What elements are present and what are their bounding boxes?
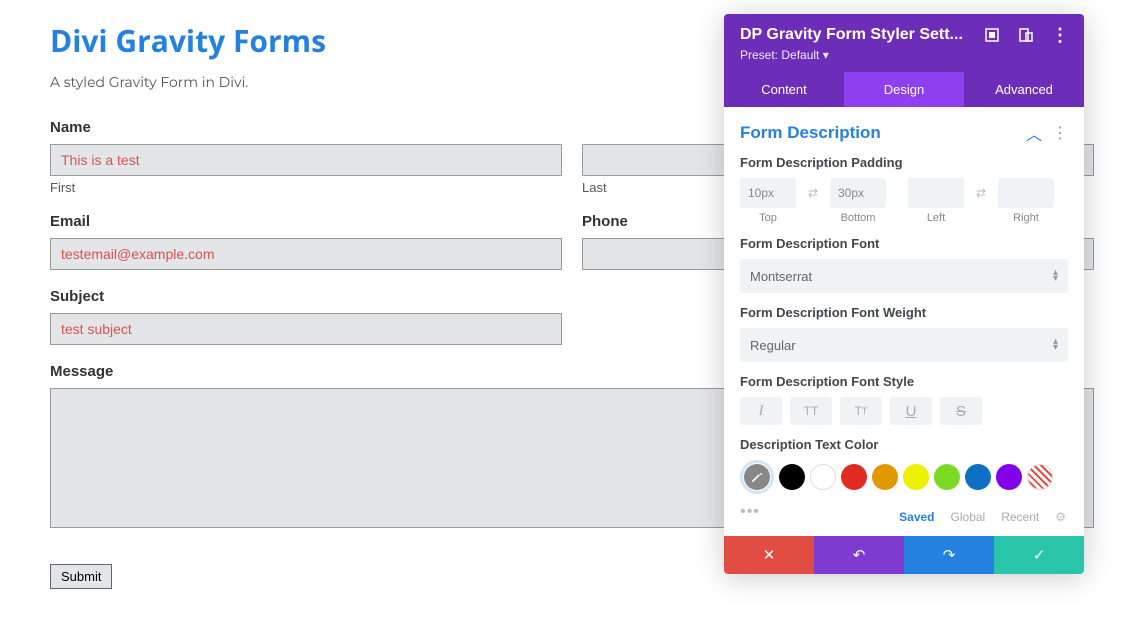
padding-bottom-input[interactable]: [830, 178, 886, 208]
link-icon[interactable]: ⇄: [802, 182, 824, 204]
preset-selector[interactable]: Preset: Default ▾: [740, 48, 1068, 62]
subject-label: Subject: [50, 288, 562, 305]
email-label: Email: [50, 213, 562, 230]
chevron-down-icon: ▾: [823, 48, 829, 62]
swatch-tab-global[interactable]: Global: [951, 510, 986, 524]
font-select[interactable]: Montserrat ▴▾: [740, 259, 1068, 293]
menu-icon[interactable]: ⋮: [1052, 27, 1068, 43]
font-value: Montserrat: [750, 269, 812, 284]
weight-value: Regular: [750, 338, 796, 353]
cancel-button[interactable]: ✕: [724, 536, 814, 574]
color-picker-swatch[interactable]: [740, 460, 774, 494]
color-label: Description Text Color: [740, 437, 1068, 452]
gear-icon[interactable]: ⚙: [1055, 510, 1066, 524]
close-icon: ✕: [763, 546, 776, 564]
swatch-tab-saved[interactable]: Saved: [899, 510, 934, 524]
color-swatch-purple[interactable]: [996, 464, 1022, 490]
color-swatch-red[interactable]: [841, 464, 867, 490]
expand-icon[interactable]: [984, 27, 1000, 43]
swatch-tab-recent[interactable]: Recent: [1001, 510, 1039, 524]
tab-design[interactable]: Design: [844, 72, 964, 107]
more-swatches-icon[interactable]: •••: [740, 503, 760, 521]
panel-title: DP Gravity Form Styler Sett...: [740, 26, 963, 44]
link-icon[interactable]: ⇄: [970, 182, 992, 204]
uppercase-button[interactable]: TT: [790, 397, 832, 425]
preset-label: Preset:: [740, 48, 778, 62]
email-input[interactable]: [50, 238, 562, 270]
redo-icon: ↷: [943, 546, 956, 564]
redo-button[interactable]: ↷: [904, 536, 994, 574]
color-swatch-black[interactable]: [779, 464, 805, 490]
color-swatch-transparent[interactable]: [1027, 464, 1053, 490]
select-arrows-icon: ▴▾: [1053, 270, 1058, 282]
preset-value: Default: [781, 48, 819, 62]
settings-panel: DP Gravity Form Styler Sett... ⋮ Preset:…: [724, 14, 1084, 574]
tab-content[interactable]: Content: [724, 72, 844, 107]
color-swatch-blue[interactable]: [965, 464, 991, 490]
color-swatch-yellow[interactable]: [903, 464, 929, 490]
select-arrows-icon: ▴▾: [1053, 339, 1058, 351]
section-title[interactable]: Form Description: [740, 123, 881, 143]
padding-left-label: Left: [908, 212, 964, 224]
responsive-icon[interactable]: [1018, 27, 1034, 43]
save-button[interactable]: ✓: [994, 536, 1084, 574]
color-swatch-orange[interactable]: [872, 464, 898, 490]
smallcaps-button[interactable]: TT: [840, 397, 882, 425]
font-label: Form Description Font: [740, 236, 1068, 251]
padding-right-input[interactable]: [998, 178, 1054, 208]
color-swatch-green[interactable]: [934, 464, 960, 490]
underline-button[interactable]: U: [890, 397, 932, 425]
strikethrough-button[interactable]: S: [940, 397, 982, 425]
tab-advanced[interactable]: Advanced: [964, 72, 1084, 107]
weight-select[interactable]: Regular ▴▾: [740, 328, 1068, 362]
padding-left-input[interactable]: [908, 178, 964, 208]
padding-label: Form Description Padding: [740, 155, 1068, 170]
section-menu-icon[interactable]: ⋮: [1052, 123, 1068, 143]
padding-top-input[interactable]: [740, 178, 796, 208]
submit-button[interactable]: Submit: [50, 564, 112, 589]
style-label: Form Description Font Style: [740, 374, 1068, 389]
subject-input[interactable]: [50, 313, 562, 345]
italic-button[interactable]: I: [740, 397, 782, 425]
check-icon: ✓: [1033, 546, 1046, 564]
undo-icon: ↶: [853, 546, 866, 564]
padding-bottom-label: Bottom: [830, 212, 886, 224]
collapse-icon[interactable]: ︿: [1026, 121, 1042, 145]
first-sublabel: First: [50, 180, 562, 195]
padding-top-label: Top: [740, 212, 796, 224]
weight-label: Form Description Font Weight: [740, 305, 1068, 320]
padding-right-label: Right: [998, 212, 1054, 224]
first-name-input[interactable]: [50, 144, 562, 176]
color-swatch-white[interactable]: [810, 464, 836, 490]
undo-button[interactable]: ↶: [814, 536, 904, 574]
